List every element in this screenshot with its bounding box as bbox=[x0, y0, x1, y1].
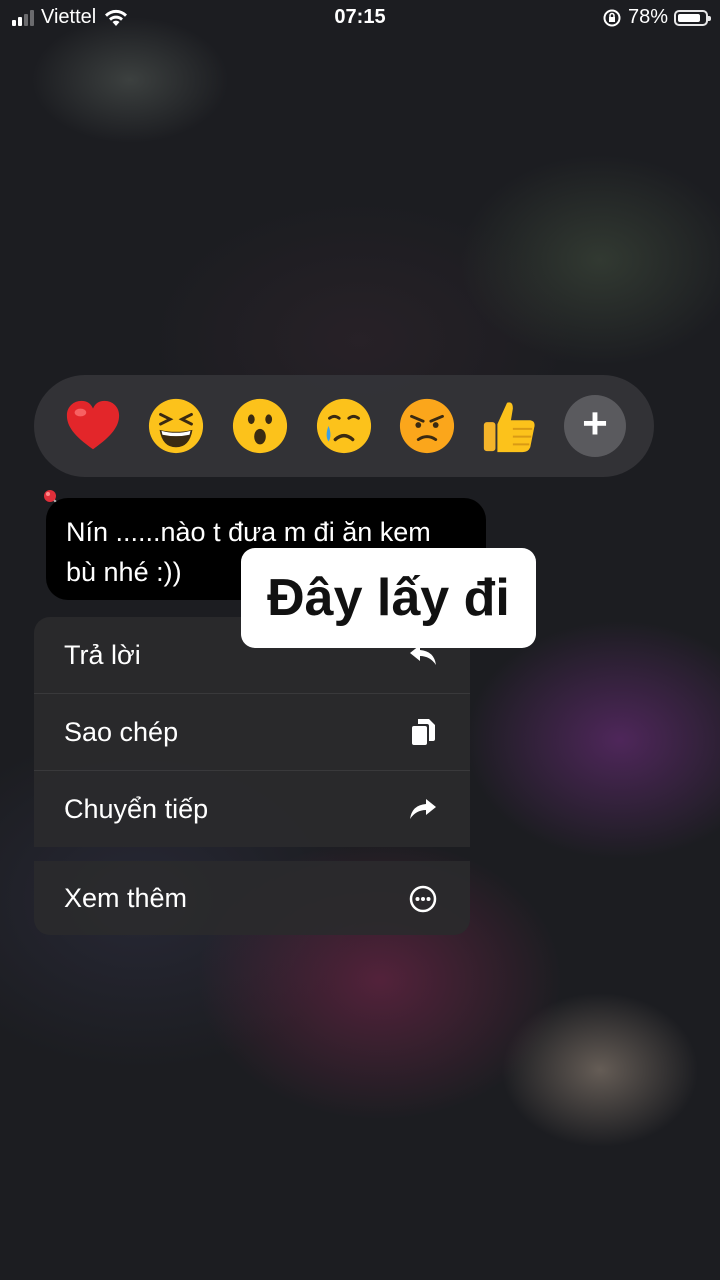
menu-group-more: Xem thêm bbox=[34, 861, 470, 935]
surprised-emoji[interactable] bbox=[231, 397, 289, 455]
context-menu: Trả lời Sao chép Chuyển tiếp Xem thêm bbox=[34, 617, 470, 935]
copy-icon bbox=[412, 719, 435, 745]
thumbs-up-emoji[interactable] bbox=[480, 397, 538, 455]
menu-item-copy[interactable]: Sao chép bbox=[34, 694, 470, 771]
rotation-lock-icon bbox=[603, 9, 621, 26]
menu-item-more[interactable]: Xem thêm bbox=[34, 861, 470, 935]
menu-item-label: Sao chép bbox=[64, 717, 179, 747]
menu-item-label: Trả lời bbox=[64, 640, 141, 670]
status-bar: Viettel 07:15 78% bbox=[0, 0, 720, 36]
menu-group-actions: Trả lời Sao chép Chuyển tiếp bbox=[34, 617, 470, 847]
heart-emoji[interactable] bbox=[64, 397, 122, 455]
overlay-caption: Đây lấy đi bbox=[241, 548, 536, 648]
battery-percent: 78% bbox=[627, 6, 668, 28]
more-reactions-button[interactable]: + bbox=[564, 395, 626, 457]
menu-item-label: Chuyển tiếp bbox=[64, 794, 209, 824]
angry-emoji[interactable] bbox=[398, 397, 456, 455]
battery-icon bbox=[674, 9, 711, 26]
battery-group: 78% bbox=[602, 6, 711, 29]
menu-item-forward[interactable]: Chuyển tiếp bbox=[34, 771, 470, 847]
forward-icon bbox=[410, 799, 436, 819]
reaction-bar: + bbox=[34, 375, 654, 477]
more-icon bbox=[409, 885, 437, 913]
menu-item-label: Xem thêm bbox=[64, 883, 188, 913]
laughing-emoji[interactable] bbox=[147, 397, 205, 455]
message-line-1: Nín ......nào t đưa m đi ăn kem bbox=[66, 517, 431, 547]
crying-emoji[interactable] bbox=[315, 397, 373, 455]
